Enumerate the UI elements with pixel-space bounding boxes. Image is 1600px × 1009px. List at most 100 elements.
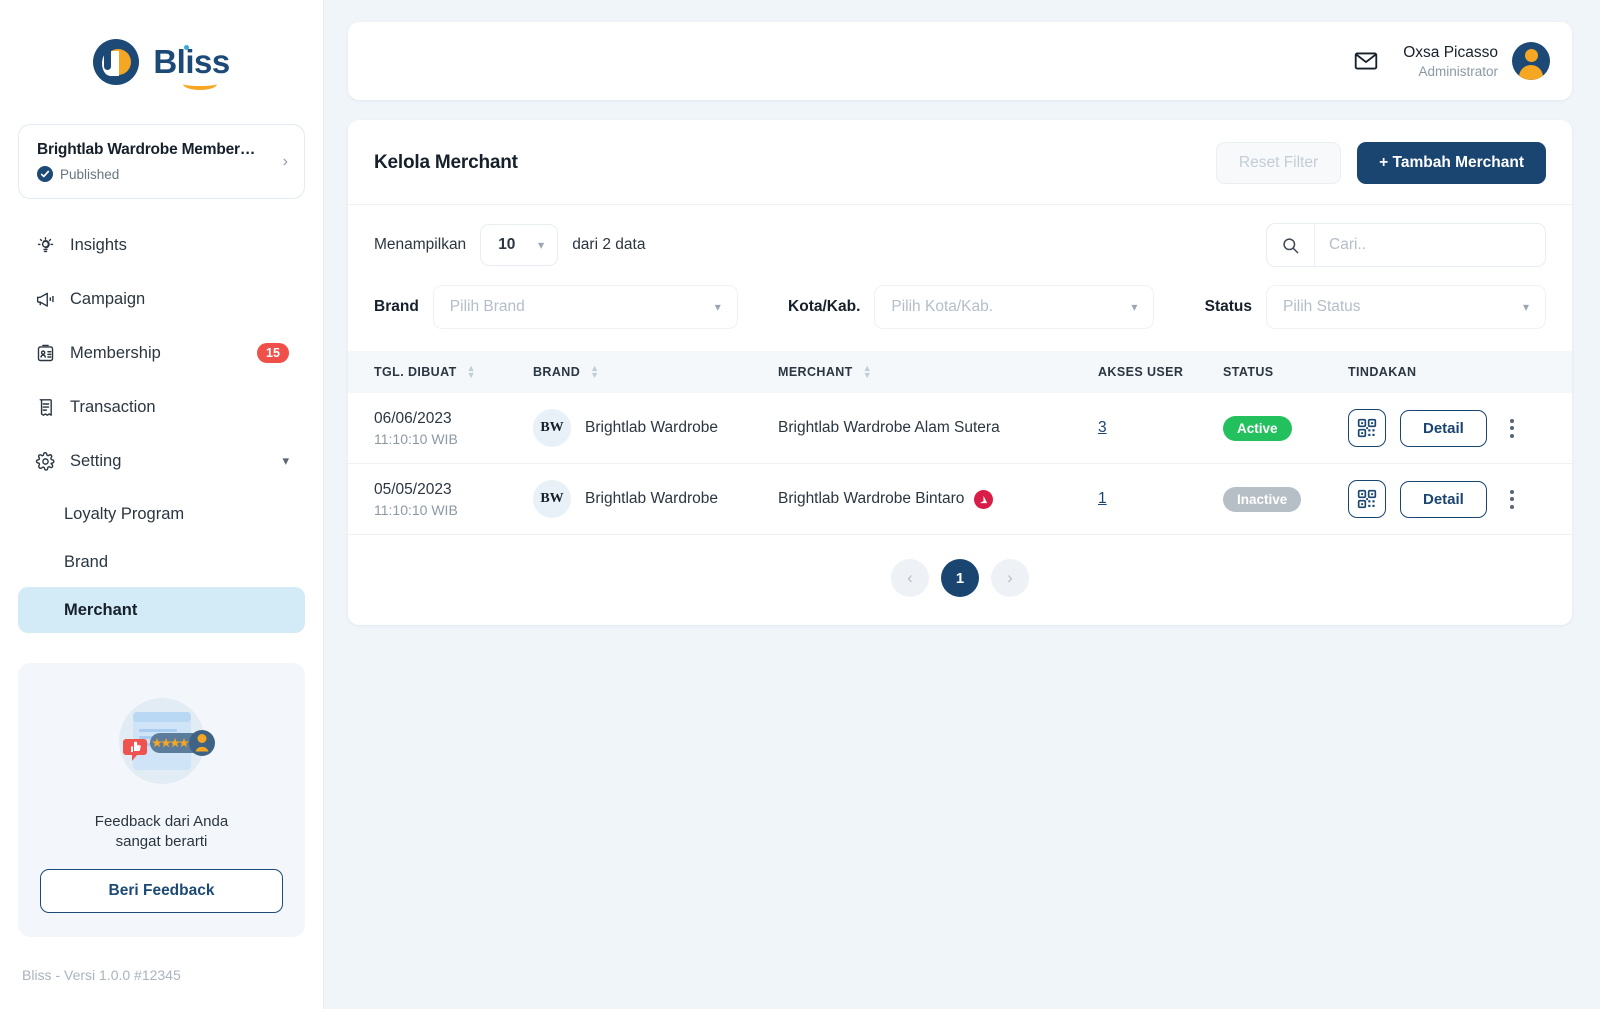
- sidebar-item-label: Membership: [70, 343, 161, 362]
- more-vertical-icon[interactable]: [1501, 484, 1523, 515]
- project-status: Published: [37, 166, 275, 182]
- cell-date: 06/06/2023 11:10:10 WIB: [348, 393, 523, 464]
- pagination-prev-button[interactable]: ‹: [891, 559, 929, 597]
- cell-actions: Detail: [1338, 393, 1572, 464]
- logo-wordmark: Bliss: [153, 43, 230, 90]
- feedback-text-line2: sangat berarti: [115, 833, 208, 851]
- pagination-page-1[interactable]: 1: [941, 559, 979, 597]
- warning-circle-icon[interactable]: [974, 489, 994, 509]
- reset-filter-button[interactable]: Reset Filter: [1215, 142, 1342, 184]
- more-vertical-icon[interactable]: [1501, 413, 1523, 444]
- main-content: Oxsa Picasso Administrator Kelola Mercha…: [324, 0, 1600, 1009]
- column-header-merchant[interactable]: MERCHANT ▲ ▼: [768, 351, 1088, 393]
- row-brand-name: Brightlab Wardrobe: [585, 419, 718, 436]
- app-logo[interactable]: Bliss: [18, 0, 305, 124]
- total-data-label: dari 2 data: [572, 236, 646, 253]
- akses-user-link[interactable]: 1: [1098, 490, 1107, 507]
- search-input[interactable]: [1315, 224, 1545, 266]
- showing-label: Menampilkan: [374, 236, 467, 253]
- qr-code-icon[interactable]: [1348, 409, 1386, 447]
- app-version-label: Bliss - Versi 1.0.0 #12345: [22, 967, 181, 983]
- user-menu[interactable]: Oxsa Picasso Administrator: [1403, 42, 1550, 80]
- cell-merchant: Brightlab Wardrobe Bintaro: [768, 463, 1088, 535]
- gear-icon: [34, 450, 56, 472]
- page-size-select[interactable]: 10 ▾: [480, 224, 559, 266]
- column-header-status: STATUS: [1213, 351, 1338, 393]
- row-time: 11:10:10 WIB: [374, 430, 458, 447]
- cell-date: 05/05/2023 11:10:10 WIB: [348, 463, 523, 535]
- kota-filter-select[interactable]: Pilih Kota/Kab. ▾: [874, 285, 1155, 329]
- cell-actions: Detail: [1338, 463, 1572, 535]
- row-date: 05/05/2023: [374, 480, 452, 498]
- sort-icon[interactable]: ▲ ▼: [863, 363, 872, 380]
- row-date: 06/06/2023: [374, 409, 452, 427]
- filter-bar: Menampilkan 10 ▾ dari 2 data Cari.. Bran…: [348, 205, 1572, 351]
- merchant-table: TGL. DIBUAT ▲ ▼ BRAND ▲ ▼ MERCHANT ▲ ▼ A…: [348, 351, 1572, 535]
- sidebar-item-brand[interactable]: Brand: [18, 539, 305, 585]
- pagination-next-button[interactable]: ›: [991, 559, 1029, 597]
- pagination: ‹ 1 ›: [348, 535, 1572, 625]
- brand-filter-select[interactable]: Pilih Brand ▾: [432, 285, 738, 329]
- table-row[interactable]: 06/06/2023 11:10:10 WIB BW Brightlab War…: [348, 393, 1572, 464]
- akses-user-link[interactable]: 3: [1098, 419, 1107, 436]
- page-size-value: 10: [498, 236, 516, 253]
- sidebar-item-setting[interactable]: Setting ▾: [18, 437, 305, 485]
- kota-filter-value: Pilih Kota/Kab.: [891, 298, 994, 315]
- table-row[interactable]: 05/05/2023 11:10:10 WIB BW Brightlab War…: [348, 463, 1572, 535]
- give-feedback-button[interactable]: Beri Feedback: [40, 868, 283, 913]
- cell-akses-user: 3: [1088, 393, 1213, 464]
- sidebar-item-insights[interactable]: Insights: [18, 221, 305, 269]
- chevron-down-icon[interactable]: ▾: [282, 453, 289, 469]
- sidebar-item-label: Campaign: [70, 289, 146, 308]
- status-filter-select[interactable]: Pilih Status ▾: [1266, 285, 1547, 329]
- megaphone-icon: [34, 288, 56, 310]
- cell-status: Active: [1213, 393, 1338, 464]
- brand-avatar: BW: [533, 409, 571, 447]
- sidebar-item-membership[interactable]: Membership 15: [18, 329, 305, 377]
- status-badge: Active: [1223, 415, 1292, 441]
- sidebar: Bliss Brightlab Wardrobe Member… Publish…: [0, 0, 324, 1009]
- cell-status: Inactive: [1213, 463, 1338, 535]
- column-header-brand[interactable]: BRAND ▲ ▼: [523, 351, 768, 393]
- app-root: Bliss Brightlab Wardrobe Member… Publish…: [0, 0, 1600, 1009]
- sidebar-item-campaign[interactable]: Campaign: [18, 275, 305, 323]
- sidebar-sub-label: Loyalty Program: [64, 504, 185, 523]
- column-label: TINDAKAN: [1348, 365, 1417, 379]
- column-label: AKSES USER: [1098, 365, 1184, 379]
- sidebar-item-label: Setting: [70, 451, 122, 470]
- chevron-down-icon: ▾: [1522, 300, 1530, 314]
- sidebar-item-merchant[interactable]: Merchant: [18, 587, 305, 633]
- topbar: Oxsa Picasso Administrator: [348, 22, 1572, 100]
- detail-button[interactable]: Detail: [1400, 409, 1487, 447]
- row-merchant-name: Brightlab Wardrobe Bintaro: [778, 490, 965, 507]
- chevron-down-icon: ▾: [538, 238, 545, 252]
- project-switcher[interactable]: Brightlab Wardrobe Member… Published ›: [18, 124, 305, 199]
- sort-icon[interactable]: ▲ ▼: [590, 363, 599, 380]
- logo-text: Bliss: [153, 43, 230, 80]
- sidebar-nav: Insights Campaign Membership 15 Transact…: [18, 221, 305, 635]
- sidebar-item-loyalty-program[interactable]: Loyalty Program: [18, 491, 305, 537]
- envelope-icon[interactable]: [1353, 48, 1379, 74]
- search-icon[interactable]: [1267, 224, 1315, 266]
- sidebar-item-transaction[interactable]: Transaction: [18, 383, 305, 431]
- user-name: Oxsa Picasso: [1403, 43, 1498, 61]
- kota-filter-label: Kota/Kab.: [788, 298, 861, 315]
- sidebar-sub-label: Brand: [64, 552, 109, 571]
- detail-button[interactable]: Detail: [1400, 480, 1487, 518]
- add-merchant-button[interactable]: + Tambah Merchant: [1357, 142, 1546, 184]
- column-header-tindakan: TINDAKAN: [1338, 351, 1572, 393]
- cell-brand: BW Brightlab Wardrobe: [523, 463, 768, 535]
- panel-actions: Reset Filter + Tambah Merchant: [1215, 142, 1546, 184]
- qr-code-icon[interactable]: [1348, 480, 1386, 518]
- merchant-panel: Kelola Merchant Reset Filter + Tambah Me…: [348, 120, 1572, 625]
- search-box: [1266, 223, 1546, 267]
- user-role: Administrator: [1418, 63, 1498, 79]
- sort-icon[interactable]: ▲ ▼: [467, 363, 476, 380]
- column-label: STATUS: [1223, 365, 1274, 379]
- cell-akses-user: 1: [1088, 463, 1213, 535]
- status-filter-label: Status: [1204, 298, 1253, 315]
- column-header-tgl-dibuat[interactable]: TGL. DIBUAT ▲ ▼: [348, 351, 523, 393]
- page-size-group: Menampilkan 10 ▾ dari 2 data: [374, 224, 645, 266]
- avatar[interactable]: [1512, 42, 1550, 80]
- feedback-text: Feedback dari Anda sangat berarti: [95, 812, 228, 853]
